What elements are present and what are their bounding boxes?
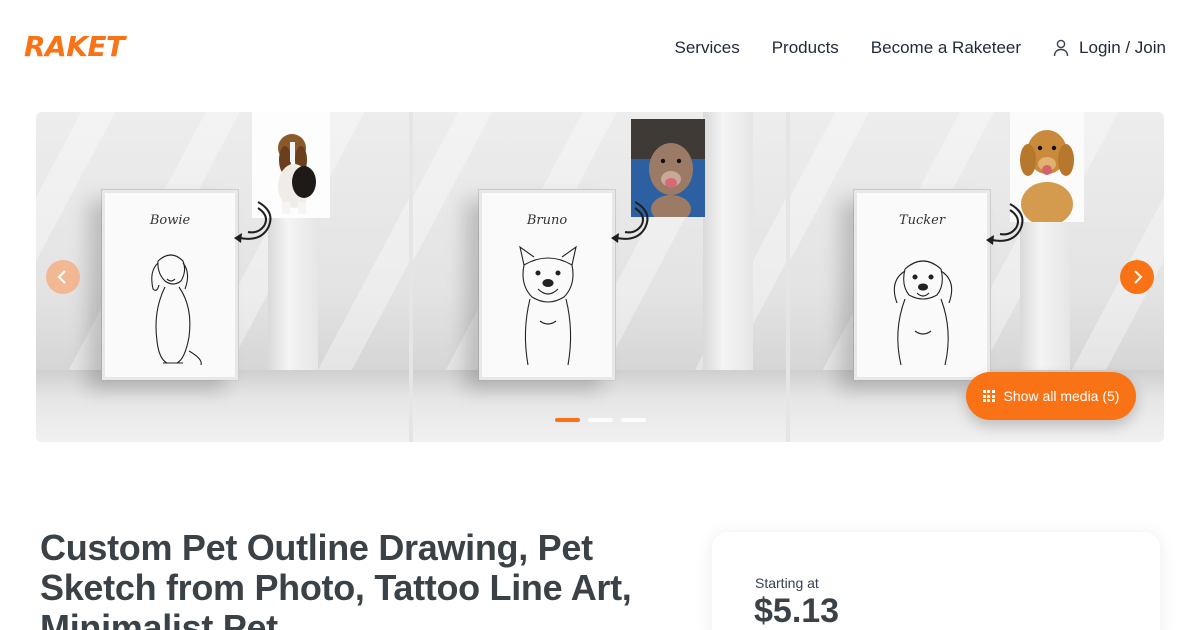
chevron-left-icon [57,270,66,284]
curved-arrow-icon [986,203,1024,245]
pet-name-label: Bruno [526,213,568,228]
pet-name-label: Tucker [898,213,946,228]
framed-pet-drawing: Bowie [102,190,238,380]
carousel-prev-button[interactable] [46,260,80,294]
carousel-pagination [555,418,646,422]
curved-arrow-icon [234,201,272,243]
carousel-dot[interactable] [621,418,646,422]
raket-logo[interactable]: RAKET [24,30,125,63]
carousel-dot[interactable] [588,418,613,422]
nav-products-link[interactable]: Products [772,38,839,58]
carousel-dot[interactable] [555,418,580,422]
site-header: RAKET Services Products Become a Raketee… [0,0,1200,100]
beagle-sketch-image [151,254,202,366]
pricing-card: Starting at $5.13 [712,532,1160,630]
framed-pet-drawing: Bruno [479,190,615,380]
carousel-next-button[interactable] [1120,260,1154,294]
nav-become-raketeer-link[interactable]: Become a Raketeer [871,38,1021,58]
show-all-media-button[interactable]: Show all media (5) [966,372,1136,420]
chevron-right-icon [1134,270,1143,284]
media-carousel[interactable]: Bowie Bruno Tucker Show all media (5) [36,112,1164,442]
pitbull-sketch-image [519,245,577,366]
listing-title: Custom Pet Outline Drawing, Pet Sketch f… [40,527,632,630]
starting-price: $5.13 [754,592,840,630]
carousel-slide[interactable]: Bruno [413,112,786,442]
nav-services-link[interactable]: Services [675,38,740,58]
grid-icon [982,390,995,402]
starting-at-label: Starting at [755,575,819,591]
show-all-media-label: Show all media (5) [1003,388,1120,404]
login-join-label: Login / Join [1079,38,1166,57]
golden-retriever-sketch-image [893,260,953,366]
pet-name-label: Bowie [149,213,191,228]
framed-pet-drawing: Tucker [854,190,990,380]
user-icon [1053,39,1069,57]
login-join-link[interactable]: Login / Join [1053,38,1166,58]
carousel-slide[interactable]: Bowie [36,112,409,442]
curved-arrow-icon [611,201,649,243]
main-nav: Services Products Become a Raketeer Logi… [675,38,1166,58]
